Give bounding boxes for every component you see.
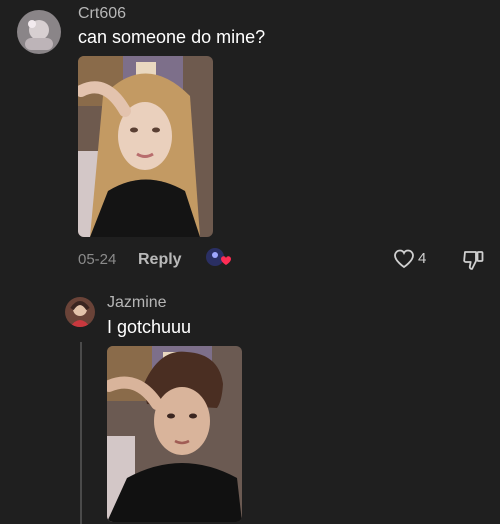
thumbs-down-icon	[463, 251, 484, 270]
reply-username[interactable]: Jazmine	[107, 294, 167, 312]
like-button[interactable]: 4	[393, 249, 433, 271]
reply-text: I gotchuuu	[107, 317, 192, 337]
creator-liked-icon	[205, 247, 232, 269]
thread-line	[80, 342, 82, 524]
dislike-button[interactable]	[462, 249, 486, 271]
like-count: 4	[418, 250, 427, 267]
commenter-username[interactable]: Crt606	[78, 5, 126, 23]
commenter-avatar[interactable]	[17, 10, 61, 54]
comment-text: can someone do mine?	[78, 27, 266, 47]
heart-outline-icon	[394, 249, 414, 269]
comment-date: 05-24	[78, 251, 117, 268]
comment-photo[interactable]	[78, 56, 213, 237]
reply-button[interactable]: Reply	[138, 251, 182, 269]
reply-photo[interactable]	[107, 346, 242, 522]
reply-avatar[interactable]	[65, 297, 95, 327]
